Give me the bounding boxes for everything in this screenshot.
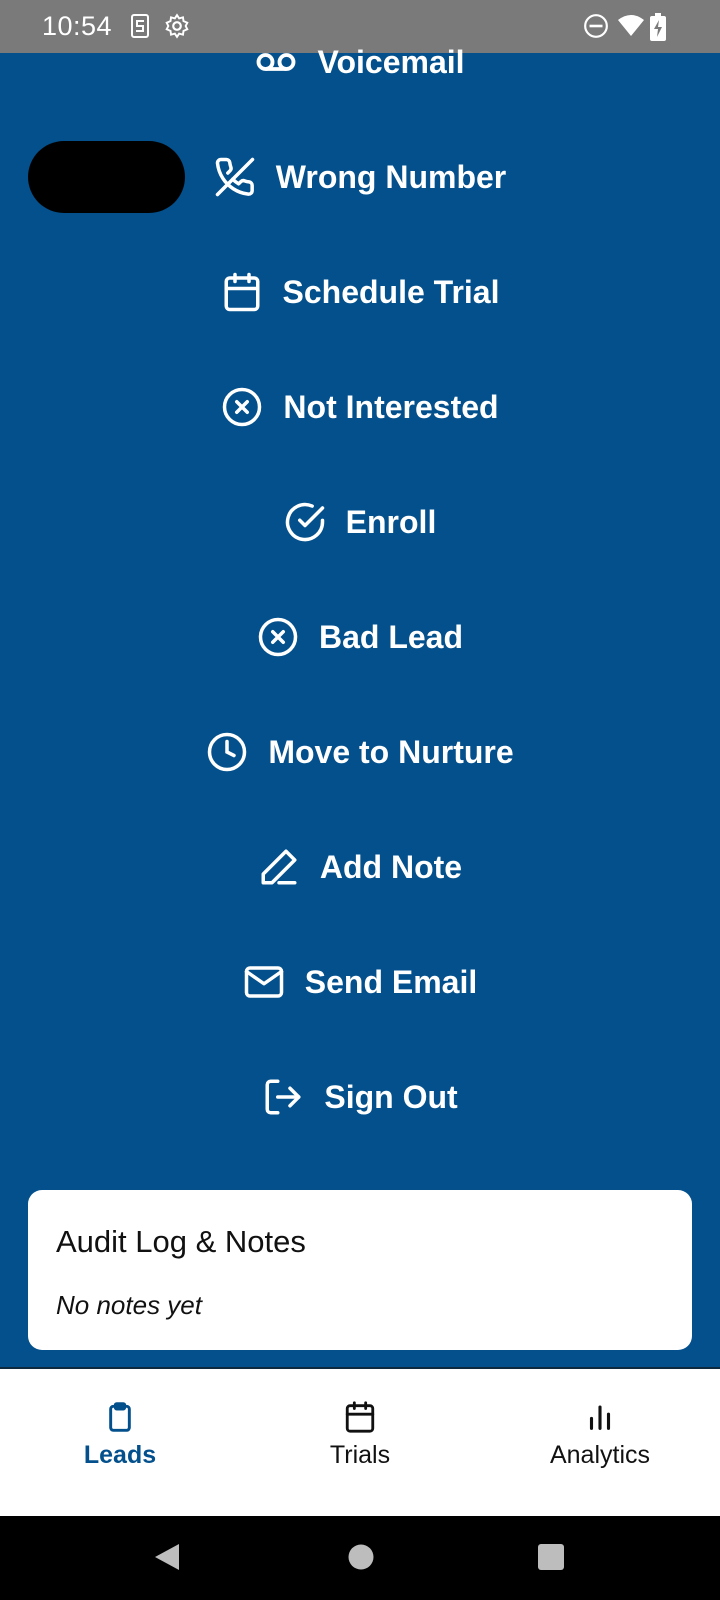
bottom-nav: Leads Trials Analytics: [0, 1367, 720, 1516]
x-circle-icon: [221, 386, 263, 428]
voicemail-icon: [255, 41, 297, 83]
nav-label: Leads: [83, 1441, 157, 1469]
phone-off-icon: [214, 156, 256, 198]
home-icon[interactable]: [347, 1542, 375, 1577]
action-label: Wrong Number: [275, 158, 507, 195]
action-not-interested[interactable]: Not Interested: [0, 367, 720, 447]
action-send-email[interactable]: Send Email: [0, 942, 720, 1022]
nav-trials[interactable]: Trials: [240, 1369, 480, 1518]
nav-label: Trials: [329, 1441, 391, 1469]
calendar-icon: [221, 271, 263, 313]
action-label: Not Interested: [283, 388, 499, 425]
bar-chart-icon: [582, 1399, 618, 1435]
clock-icon: [206, 731, 248, 773]
pencil-icon: [258, 846, 300, 888]
action-sign-out[interactable]: Sign Out: [0, 1057, 720, 1137]
nav-analytics[interactable]: Analytics: [480, 1369, 720, 1518]
system-nav-bar: [0, 1516, 720, 1600]
action-label: Bad Lead: [318, 618, 464, 655]
recents-icon[interactable]: [537, 1542, 565, 1577]
check-circle-icon: [284, 501, 326, 543]
mail-icon: [243, 961, 285, 1003]
action-add-note[interactable]: Add Note: [0, 827, 720, 907]
action-label: Sign Out: [324, 1078, 458, 1115]
audit-log-card: Audit Log & Notes No notes yet: [28, 1190, 692, 1350]
action-wrong-number[interactable]: Wrong Number: [0, 137, 720, 217]
action-voicemail[interactable]: Voicemail: [0, 22, 720, 102]
nav-label: Analytics: [549, 1441, 651, 1469]
action-label: Add Note: [319, 848, 463, 885]
back-icon[interactable]: [152, 1542, 182, 1577]
audit-log-title: Audit Log & Notes: [56, 1224, 306, 1259]
action-label: Schedule Trial: [282, 273, 500, 310]
action-label: Enroll: [345, 503, 437, 540]
action-schedule-trial[interactable]: Schedule Trial: [0, 252, 720, 332]
action-label: Send Email: [304, 963, 478, 1000]
action-bad-lead[interactable]: Bad Lead: [0, 597, 720, 677]
log-out-icon: [262, 1076, 304, 1118]
action-label: Voicemail: [317, 43, 465, 80]
audit-log-empty-text: No notes yet: [56, 1290, 202, 1320]
nav-leads[interactable]: Leads: [0, 1369, 240, 1518]
action-move-to-nurture[interactable]: Move to Nurture: [0, 712, 720, 792]
clipboard-icon: [102, 1399, 138, 1435]
calendar-icon: [342, 1399, 378, 1435]
action-enroll[interactable]: Enroll: [0, 482, 720, 562]
x-circle-icon: [257, 616, 299, 658]
action-label: Move to Nurture: [268, 733, 514, 770]
